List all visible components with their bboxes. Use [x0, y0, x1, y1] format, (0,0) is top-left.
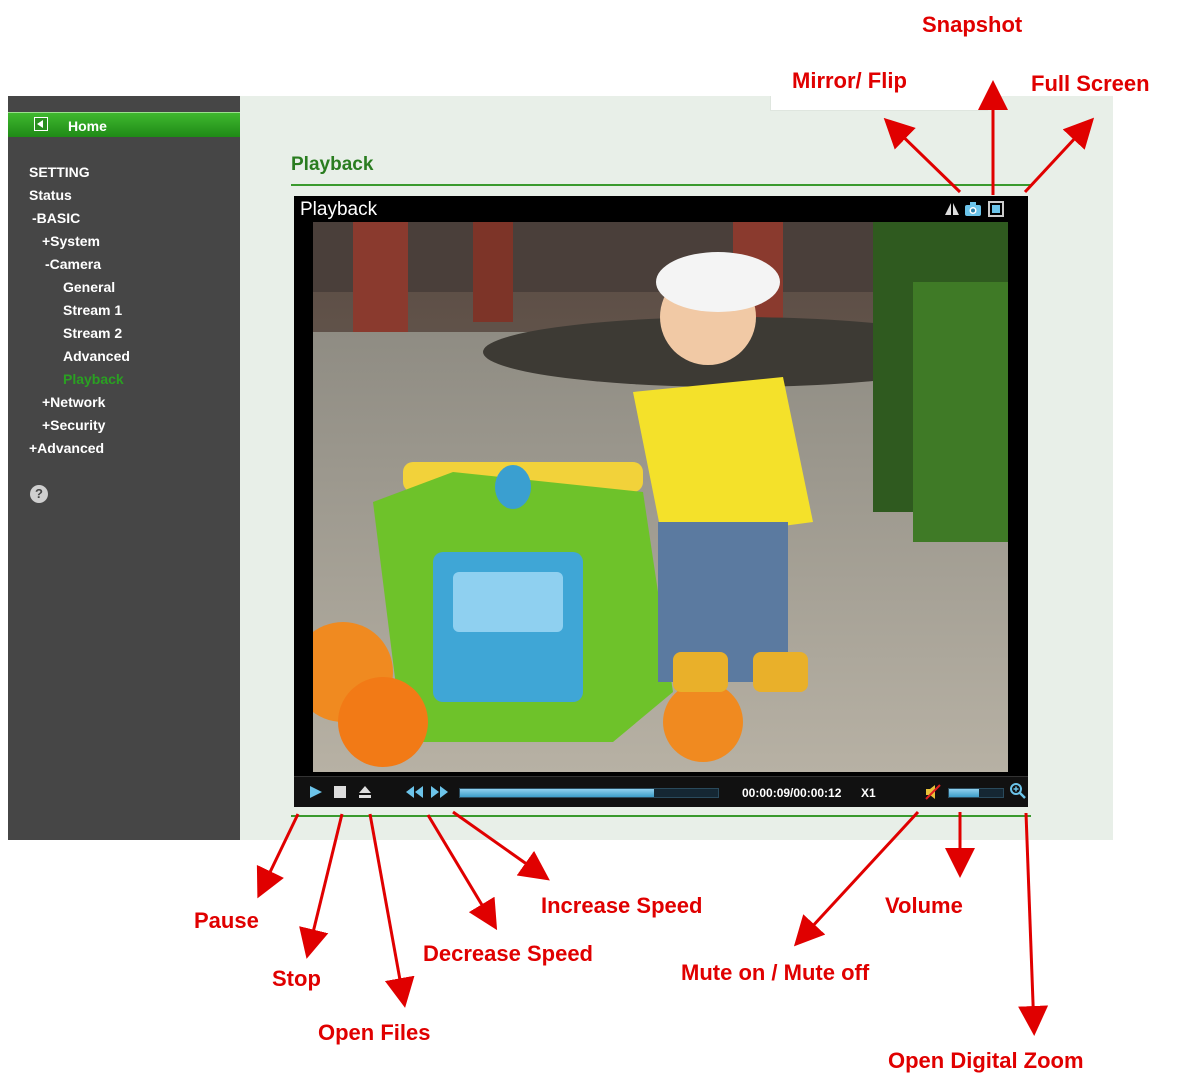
label-full-screen: Full Screen — [1031, 71, 1150, 96]
label-open-files: Open Files — [318, 1020, 431, 1045]
label-snapshot: Snapshot — [922, 12, 1023, 37]
label-mirror-flip: Mirror/ Flip — [792, 68, 907, 93]
label-volume: Volume — [885, 893, 963, 918]
label-pause: Pause — [194, 908, 259, 933]
label-increase-speed: Increase Speed — [541, 893, 703, 918]
label-open-digital-zoom: Open Digital Zoom — [888, 1048, 1084, 1073]
label-mute: Mute on / Mute off — [681, 960, 870, 985]
label-decrease-speed: Decrease Speed — [423, 941, 593, 966]
label-stop: Stop — [272, 966, 321, 991]
